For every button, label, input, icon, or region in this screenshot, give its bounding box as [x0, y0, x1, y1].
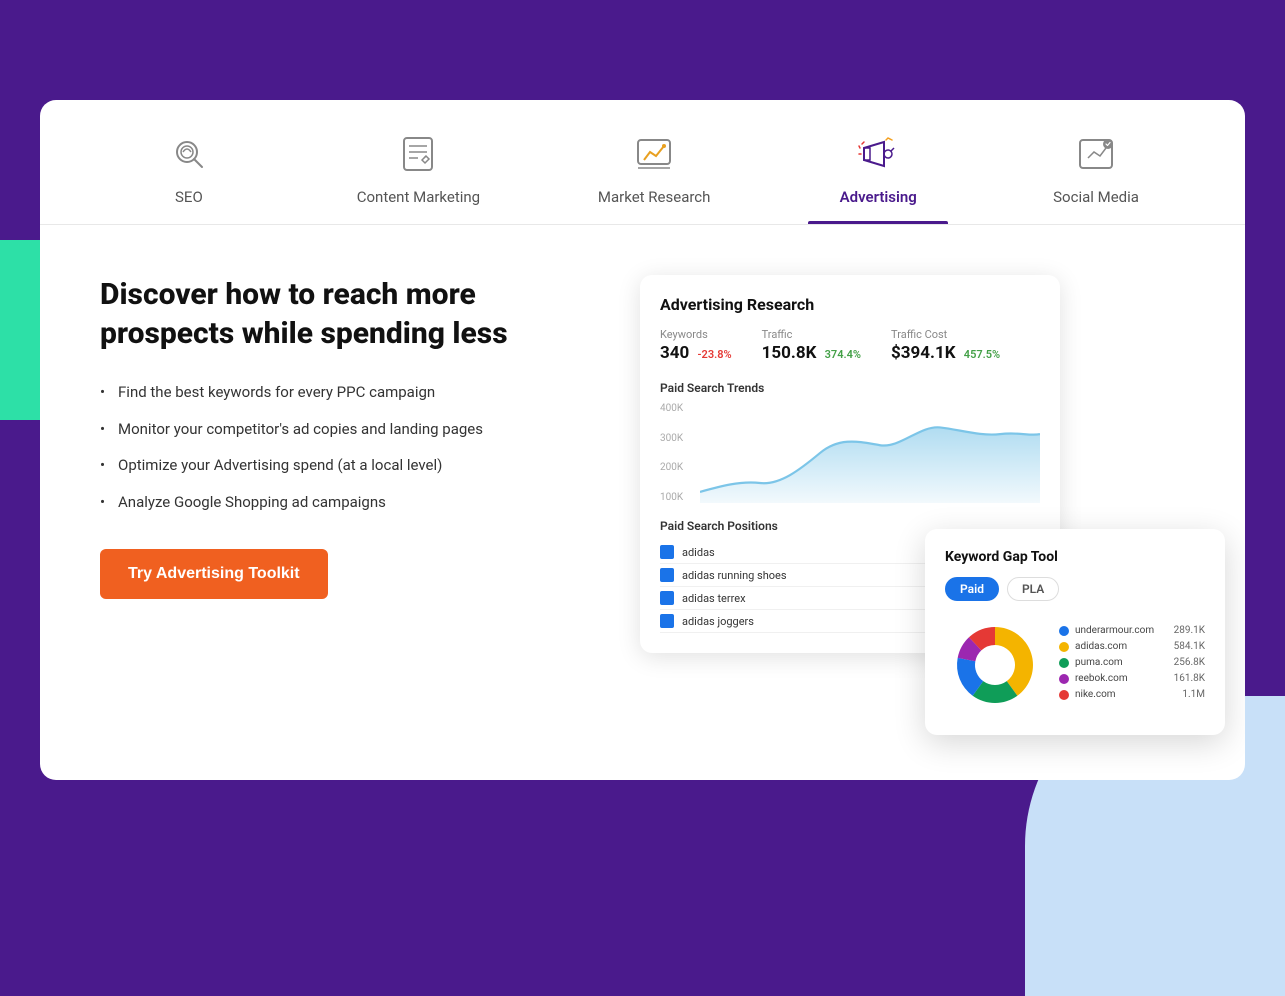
metric-cost-change: 457.5% — [964, 348, 1000, 361]
kg-title: Keyword Gap Tool — [945, 549, 1205, 565]
bullet-item: Find the best keywords for every PPC cam… — [100, 381, 580, 404]
donut-chart — [945, 615, 1045, 715]
kg-legend: underarmour.com 289.1K adidas.com 584.1K… — [1059, 625, 1205, 705]
metrics-row: Keywords 340 -23.8% Traffic 150.8K 374.4… — [660, 328, 1040, 363]
legend-dot — [1059, 658, 1069, 668]
legend-value: 584.1K — [1174, 641, 1205, 652]
legend-value: 256.8K — [1174, 657, 1205, 668]
pos-badge — [660, 614, 674, 628]
right-panel: Advertising Research Keywords 340 -23.8%… — [640, 275, 1185, 695]
legend-domain: nike.com — [1075, 689, 1176, 700]
legend-item: underarmour.com 289.1K — [1059, 625, 1205, 636]
tab-social-media-label: Social Media — [1053, 188, 1139, 206]
legend-item: puma.com 256.8K — [1059, 657, 1205, 668]
metric-cost-label: Traffic Cost — [891, 328, 1000, 341]
kg-tabs: Paid PLA — [945, 577, 1205, 601]
tab-seo-label: SEO — [175, 188, 203, 206]
tab-content-marketing[interactable]: Content Marketing — [337, 120, 500, 224]
pos-badge — [660, 591, 674, 605]
metric-traffic-label: Traffic — [762, 328, 861, 341]
legend-dot — [1059, 674, 1069, 684]
pos-domain: adidas joggers — [682, 615, 966, 628]
legend-item: adidas.com 584.1K — [1059, 641, 1205, 652]
social-media-icon — [1072, 130, 1120, 178]
metric-keywords-value: 340 -23.8% — [660, 343, 732, 363]
tab-market-research[interactable]: Market Research — [578, 120, 731, 224]
pos-domain: adidas terrex — [682, 592, 966, 605]
bullet-list: Find the best keywords for every PPC cam… — [100, 381, 580, 513]
legend-dot — [1059, 626, 1069, 636]
chart-label: Paid Search Trends — [660, 381, 1040, 395]
metric-keywords: Keywords 340 -23.8% — [660, 328, 732, 363]
legend-dot — [1059, 642, 1069, 652]
tabs-bar: SEO Content Marketing — [40, 100, 1245, 225]
legend-item: reebok.com 161.8K — [1059, 673, 1205, 684]
metric-traffic-value: 150.8K 374.4% — [762, 343, 861, 363]
legend-value: 161.8K — [1174, 673, 1205, 684]
legend-domain: adidas.com — [1075, 641, 1168, 652]
metric-traffic-change: 374.4% — [825, 348, 861, 361]
ad-research-title: Advertising Research — [660, 295, 1040, 314]
left-panel: Discover how to reach more prospects whi… — [100, 275, 580, 599]
pos-badge — [660, 568, 674, 582]
tab-content-marketing-label: Content Marketing — [357, 188, 480, 206]
tab-advertising-label: Advertising — [840, 188, 917, 206]
metric-traffic: Traffic 150.8K 374.4% — [762, 328, 861, 363]
tab-seo[interactable]: SEO — [119, 120, 259, 224]
chart-y-labels: 400K 300K 200K 100K — [660, 403, 683, 503]
trend-chart-svg — [700, 403, 1040, 503]
tab-social-media[interactable]: Social Media — [1026, 120, 1166, 224]
content-marketing-icon — [394, 130, 442, 178]
pos-domain: adidas — [682, 546, 966, 559]
pos-domain: adidas running shoes — [682, 569, 966, 582]
bullet-item: Optimize your Advertising spend (at a lo… — [100, 454, 580, 477]
bullet-item: Monitor your competitor's ad copies and … — [100, 418, 580, 441]
legend-value: 289.1K — [1174, 625, 1205, 636]
tab-advertising[interactable]: Advertising — [808, 120, 948, 224]
metric-cost-value: $394.1K 457.5% — [891, 343, 1000, 363]
bullet-item: Analyze Google Shopping ad campaigns — [100, 491, 580, 514]
chart-area: 400K 300K 200K 100K — [660, 403, 1040, 503]
metric-keywords-change: -23.8% — [698, 348, 732, 361]
legend-dot — [1059, 690, 1069, 700]
kg-tab-pla[interactable]: PLA — [1007, 577, 1059, 601]
market-research-icon — [630, 130, 678, 178]
legend-domain: puma.com — [1075, 657, 1168, 668]
legend-value: 1.1M — [1182, 689, 1205, 700]
tab-market-research-label: Market Research — [598, 188, 711, 206]
kg-tab-paid[interactable]: Paid — [945, 577, 999, 601]
kg-content: underarmour.com 289.1K adidas.com 584.1K… — [945, 615, 1205, 715]
advertising-icon — [854, 130, 902, 178]
pos-badge — [660, 545, 674, 559]
keyword-gap-card: Keyword Gap Tool Paid PLA underarmour.com… — [925, 529, 1225, 735]
main-card: SEO Content Marketing — [40, 100, 1245, 780]
seo-icon — [165, 130, 213, 178]
main-heading: Discover how to reach more prospects whi… — [100, 275, 580, 353]
metric-keywords-label: Keywords — [660, 328, 732, 341]
legend-domain: reebok.com — [1075, 673, 1168, 684]
cta-button[interactable]: Try Advertising Toolkit — [100, 549, 328, 599]
legend-item: nike.com 1.1M — [1059, 689, 1205, 700]
content-area: Discover how to reach more prospects whi… — [40, 225, 1245, 755]
metric-cost: Traffic Cost $394.1K 457.5% — [891, 328, 1000, 363]
legend-domain: underarmour.com — [1075, 625, 1168, 636]
